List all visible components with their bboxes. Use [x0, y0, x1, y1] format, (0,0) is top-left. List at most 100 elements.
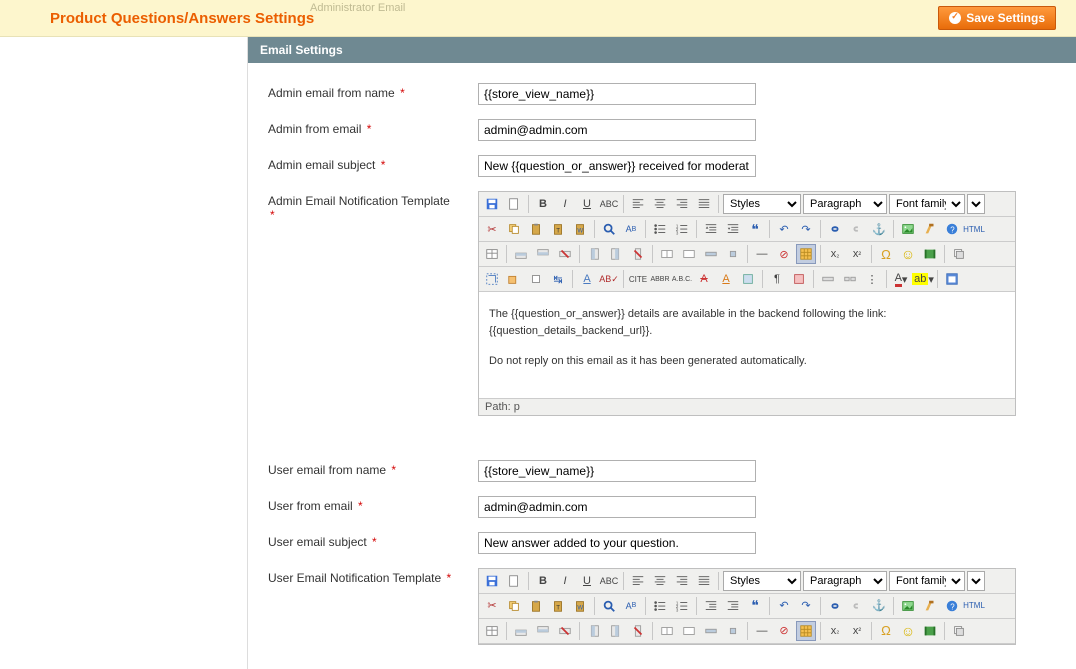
delete-col-icon[interactable] [628, 621, 648, 641]
number-list-icon[interactable]: 123 [672, 219, 692, 239]
find-icon[interactable] [599, 219, 619, 239]
backcolor-icon[interactable]: ab▾ [913, 269, 933, 289]
paste-icon[interactable] [526, 596, 546, 616]
row-before-icon[interactable] [511, 621, 531, 641]
cell-props-icon[interactable] [723, 244, 743, 264]
unlink-icon[interactable] [847, 219, 867, 239]
help-icon[interactable]: ? [942, 596, 962, 616]
paste-text-icon[interactable]: T [548, 596, 568, 616]
align-left-icon[interactable] [628, 194, 648, 214]
layer-icon[interactable] [949, 621, 969, 641]
merge-cells-icon[interactable] [679, 621, 699, 641]
col-after-icon[interactable] [606, 621, 626, 641]
indent-icon[interactable] [723, 596, 743, 616]
row-after-icon[interactable] [533, 621, 553, 641]
blockquote-icon[interactable]: ❝ [745, 596, 765, 616]
undo-icon[interactable]: ↶ [774, 219, 794, 239]
outdent-icon[interactable] [701, 596, 721, 616]
copy-icon[interactable] [504, 219, 524, 239]
layer-props-icon[interactable]: ↹ [548, 269, 568, 289]
save-icon[interactable] [482, 194, 502, 214]
row-before-icon[interactable] [511, 244, 531, 264]
paste-word-icon[interactable]: W [570, 219, 590, 239]
paste-word-icon[interactable]: W [570, 596, 590, 616]
cleanup-icon[interactable] [920, 219, 940, 239]
italic-icon[interactable]: I [555, 194, 575, 214]
nonbreaking-icon[interactable] [818, 269, 838, 289]
outdent-icon[interactable] [701, 219, 721, 239]
image-icon[interactable] [898, 596, 918, 616]
split-cells-icon[interactable] [657, 621, 677, 641]
template-icon[interactable] [840, 269, 860, 289]
align-center-icon[interactable] [650, 571, 670, 591]
cell-props-icon[interactable] [723, 621, 743, 641]
save-settings-button[interactable]: Save Settings [938, 6, 1056, 30]
italic-icon[interactable]: I [555, 571, 575, 591]
link-icon[interactable] [825, 219, 845, 239]
align-justify-icon[interactable] [694, 571, 714, 591]
input-user-from-email[interactable] [478, 496, 756, 518]
newdoc-icon[interactable] [504, 194, 524, 214]
image-icon[interactable] [898, 219, 918, 239]
fullscreen-icon[interactable] [942, 269, 962, 289]
row-props-icon[interactable] [701, 621, 721, 641]
cut-icon[interactable]: ✂ [482, 596, 502, 616]
hr-icon[interactable]: — [752, 621, 772, 641]
remove-format-icon[interactable]: ⊘ [774, 244, 794, 264]
absolute-icon[interactable] [526, 269, 546, 289]
table-icon[interactable] [482, 244, 502, 264]
align-right-icon[interactable] [672, 571, 692, 591]
strike-icon[interactable]: ABC [599, 194, 619, 214]
underline-icon[interactable]: U [577, 571, 597, 591]
input-admin-from-email[interactable] [478, 119, 756, 141]
anchor-icon[interactable]: ⚓ [869, 596, 889, 616]
find-icon[interactable] [599, 596, 619, 616]
layer-icon[interactable] [949, 244, 969, 264]
delete-col-icon[interactable] [628, 244, 648, 264]
strike-icon[interactable]: ABC [599, 571, 619, 591]
font-size-select[interactable]: F [967, 194, 985, 214]
pagebreak-icon[interactable]: ⋮ [862, 269, 882, 289]
paragraph-select[interactable]: Paragraph [803, 571, 887, 591]
move-backward-icon[interactable] [504, 269, 524, 289]
link-icon[interactable] [825, 596, 845, 616]
align-center-icon[interactable] [650, 194, 670, 214]
input-admin-subject[interactable] [478, 155, 756, 177]
acronym-icon[interactable]: A.B.C. [672, 269, 692, 289]
number-list-icon[interactable]: 123 [672, 596, 692, 616]
col-after-icon[interactable] [606, 244, 626, 264]
cleanup-icon[interactable] [920, 596, 940, 616]
unlink-icon[interactable] [847, 596, 867, 616]
input-user-from-name[interactable] [478, 460, 756, 482]
styles-select[interactable]: Styles [723, 571, 801, 591]
help-icon[interactable]: ? [942, 219, 962, 239]
merge-cells-icon[interactable] [679, 244, 699, 264]
redo-icon[interactable]: ↷ [796, 219, 816, 239]
align-justify-icon[interactable] [694, 194, 714, 214]
styles-select[interactable]: Styles [723, 194, 801, 214]
media-icon[interactable] [920, 621, 940, 641]
ins-icon[interactable]: A [716, 269, 736, 289]
split-cells-icon[interactable] [657, 244, 677, 264]
input-admin-from-name[interactable] [478, 83, 756, 105]
styleprops-icon[interactable]: A [577, 269, 597, 289]
emoticon-icon[interactable]: ☺ [898, 621, 918, 641]
font-family-select[interactable]: Font family [889, 571, 965, 591]
cut-icon[interactable]: ✂ [482, 219, 502, 239]
bold-icon[interactable]: B [533, 571, 553, 591]
undo-icon[interactable]: ↶ [774, 596, 794, 616]
superscript-icon[interactable]: x² [847, 244, 867, 264]
cite-icon[interactable]: CITE [628, 269, 648, 289]
font-size-select[interactable]: F [967, 571, 985, 591]
spellcheck-icon[interactable]: AB✓ [599, 269, 619, 289]
hr-icon[interactable]: — [752, 244, 772, 264]
replace-icon[interactable]: AB [621, 219, 641, 239]
col-before-icon[interactable] [584, 621, 604, 641]
col-before-icon[interactable] [584, 244, 604, 264]
font-family-select[interactable]: Font family [889, 194, 965, 214]
del-icon[interactable]: A [694, 269, 714, 289]
subscript-icon[interactable]: x₂ [825, 621, 845, 641]
html-icon[interactable]: HTML [964, 596, 984, 616]
delete-row-icon[interactable] [555, 621, 575, 641]
visualchars-icon[interactable]: ¶ [767, 269, 787, 289]
